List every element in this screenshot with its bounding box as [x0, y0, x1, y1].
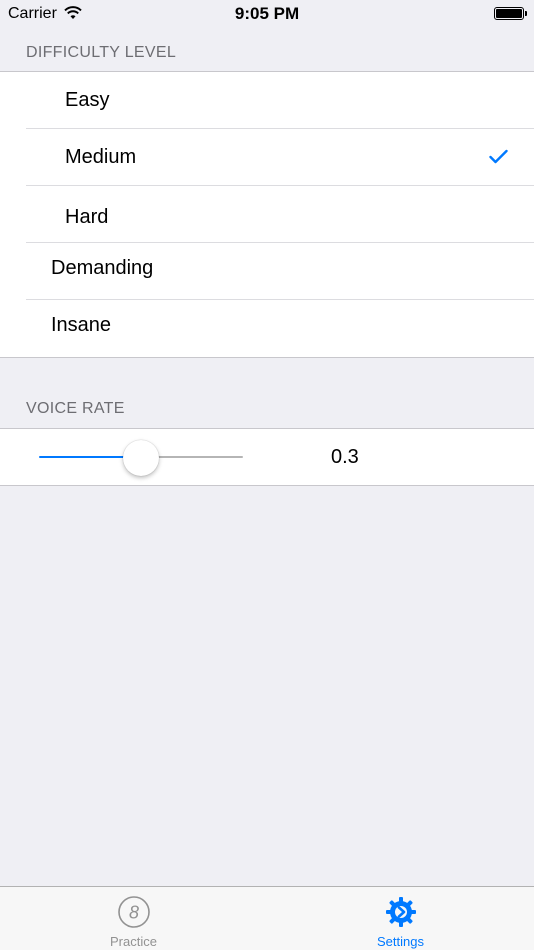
status-bar: Carrier 9:05 PM [0, 0, 534, 30]
tab-practice[interactable]: 8 Practice [0, 887, 267, 950]
tab-settings[interactable]: Settings [267, 887, 534, 950]
battery-icon [494, 7, 527, 20]
difficulty-option-hard[interactable]: Hard [0, 186, 534, 243]
voice-rate-row: 0.3 [0, 429, 534, 485]
checkmark-icon [489, 149, 508, 164]
difficulty-option-label: Hard [65, 206, 109, 228]
tab-bar: 8 Practice Settings [0, 886, 534, 950]
practice-8-icon: 8 [118, 896, 150, 928]
difficulty-option-medium[interactable]: Medium [0, 129, 534, 186]
difficulty-option-easy[interactable]: Easy [0, 72, 534, 129]
settings-screen: Carrier 9:05 PM DIFFICULTY LEVEL Easy Me… [0, 0, 534, 950]
difficulty-option-label: Easy [65, 89, 110, 111]
difficulty-option-label: Insane [51, 314, 112, 336]
voice-rate-slider-thumb[interactable] [123, 440, 159, 476]
settings-gear-icon [386, 897, 416, 927]
difficulty-list: Easy Medium Hard Demanding Insane [0, 71, 534, 358]
clock: 9:05 PM [234, 4, 300, 23]
svg-text:8: 8 [129, 903, 139, 923]
tab-label: Practice [110, 934, 157, 949]
voice-rate-section-header: VOICE RATE [26, 400, 125, 417]
tab-label: Settings [377, 934, 424, 949]
voice-rate-value: 0.3 [331, 446, 359, 468]
difficulty-option-label: Demanding [51, 257, 154, 279]
difficulty-option-insane[interactable]: Insane [0, 300, 534, 357]
difficulty-section-header: DIFFICULTY LEVEL [26, 44, 177, 61]
voice-rate-group: 0.3 [0, 428, 534, 486]
difficulty-option-demanding[interactable]: Demanding [0, 243, 534, 300]
difficulty-option-label: Medium [65, 146, 137, 168]
